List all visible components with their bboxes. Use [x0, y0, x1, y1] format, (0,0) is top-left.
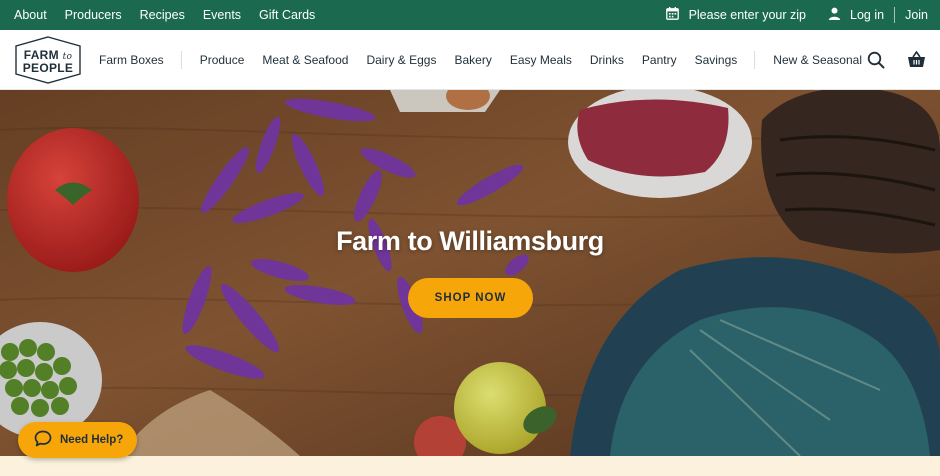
need-help-button[interactable]: Need Help?	[18, 422, 137, 458]
calendar-icon	[665, 7, 679, 23]
user-icon	[828, 7, 841, 23]
join-link[interactable]: Join	[905, 8, 928, 22]
main-navigation: FARM to PEOPLE Farm Boxes Produce Meat &…	[0, 30, 940, 90]
zip-prompt-text: Please enter your zip	[688, 8, 806, 22]
top-utility-bar: About Producers Recipes Events Gift Card…	[0, 0, 940, 30]
utility-link-events[interactable]: Events	[203, 8, 241, 22]
nav-item-savings[interactable]: Savings	[695, 53, 738, 67]
nav-links: Farm Boxes Produce Meat & Seafood Dairy …	[99, 50, 862, 69]
hero-banner: Farm to Williamsburg SHOP NOW	[0, 90, 940, 456]
utility-links: About Producers Recipes Events Gift Card…	[0, 8, 333, 22]
page-content-strip	[0, 456, 940, 476]
utility-link-about[interactable]: About	[14, 8, 47, 22]
utility-link-producers[interactable]: Producers	[65, 8, 122, 22]
nav-item-drinks[interactable]: Drinks	[590, 53, 624, 67]
login-button[interactable]: Log in	[828, 7, 884, 23]
utility-link-gift-cards[interactable]: Gift Cards	[259, 8, 315, 22]
nav-item-bakery[interactable]: Bakery	[454, 53, 491, 67]
search-icon[interactable]	[867, 51, 885, 69]
basket-icon[interactable]	[907, 51, 926, 68]
nav-item-produce[interactable]: Produce	[200, 53, 245, 67]
nav-item-easy-meals[interactable]: Easy Meals	[510, 53, 572, 67]
nav-item-meat-seafood[interactable]: Meat & Seafood	[262, 53, 348, 67]
hero-title: Farm to Williamsburg	[336, 226, 604, 256]
nav-icon-group	[867, 51, 940, 69]
zip-code-button[interactable]: Please enter your zip	[665, 7, 806, 23]
logo-line-people: PEOPLE	[22, 60, 74, 75]
logo-line-farm: FARM to	[23, 47, 73, 62]
nav-item-new-seasonal[interactable]: New & Seasonal	[773, 53, 862, 67]
farm-to-people-logo[interactable]: FARM to PEOPLE	[14, 35, 82, 85]
nav-item-dairy-eggs[interactable]: Dairy & Eggs	[366, 53, 436, 67]
hero-food-image	[0, 90, 940, 456]
nav-item-farm-boxes[interactable]: Farm Boxes	[99, 53, 164, 67]
nav-item-pantry[interactable]: Pantry	[642, 53, 677, 67]
shop-now-button[interactable]: SHOP NOW	[408, 278, 533, 318]
utility-actions: Please enter your zip Log in Join	[665, 7, 940, 23]
utility-divider	[894, 7, 896, 23]
nav-divider	[180, 50, 182, 69]
need-help-label: Need Help?	[60, 434, 124, 446]
nav-divider	[754, 50, 756, 69]
utility-link-recipes[interactable]: Recipes	[140, 8, 185, 22]
login-label: Log in	[850, 8, 885, 22]
chat-bubble-icon	[34, 430, 52, 450]
